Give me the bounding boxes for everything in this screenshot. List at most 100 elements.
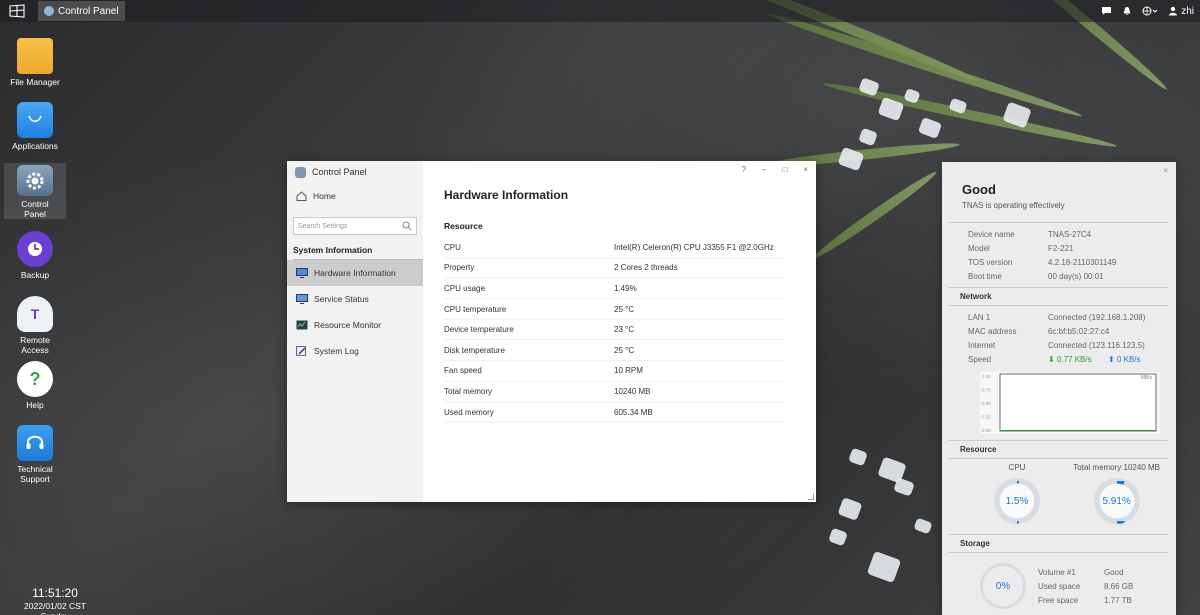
sidebar-item-hardware-information[interactable]: Hardware Information [287,260,423,286]
desktop-icon-help[interactable]: ? Help [4,361,66,410]
resize-grip-icon[interactable] [808,494,814,500]
row-value: 25 °C [614,339,784,362]
speed-row: Speed ⬇ 0.77 KB/s ⬆ 0 KB/s [962,352,1168,366]
info-value: F2-221 [1048,243,1074,253]
widget-close-button[interactable]: × [1163,166,1168,175]
desktop-icon-control-panel[interactable]: Control Panel [4,163,66,219]
info-value: Good [1104,567,1124,577]
table-row: Disk temperature 25 °C [444,339,784,362]
minimize-button[interactable]: – [762,165,766,174]
info-value: Connected (123.116.123.5) [1048,340,1145,350]
info-row: LAN 1 Connected (192.168.1.208) [962,310,1168,324]
sidebar-item-label: Hardware Information [314,268,396,278]
control-panel-sidebar: Control Panel Home Search Settings Syste… [287,161,423,502]
sidebar-item-service-status[interactable]: Service Status [287,286,423,312]
desktop-icon-label: Backup [20,270,50,280]
widget-divider [948,534,1168,535]
monitor-icon [296,268,308,278]
row-label: CPU temperature [444,298,614,320]
widget-divider [948,458,1168,459]
info-row: Volume #1 Good [1038,565,1133,579]
desktop-icon-applications[interactable]: Applications [4,102,66,151]
storage-gauge-value: 0% [995,580,1011,592]
info-label: Free space [1038,595,1079,605]
language-globe-icon[interactable] [1142,6,1158,16]
chat-icon[interactable] [1101,6,1112,16]
desktop-icon-label: Technical Support [17,464,53,484]
control-panel-window: Control Panel Home Search Settings Syste… [287,161,816,502]
status-title: Good [962,182,996,197]
desktop-icon-backup[interactable]: Backup [4,231,66,280]
log-pencil-icon [296,346,306,356]
status-subtitle: TNAS is operating effectively [962,201,1065,210]
maximize-button[interactable]: □ [782,165,787,174]
taskbar-control-panel[interactable]: Control Panel [38,1,125,21]
info-label: Volume #1 [1038,567,1076,577]
service-monitor-icon [296,294,308,304]
notification-bell-icon[interactable] [1122,6,1132,16]
info-label: Internet [968,340,996,350]
storage-gauge-ring: 0% [980,563,1026,609]
shopping-bag-icon [17,102,53,138]
folder-icon [17,38,53,74]
sidebar-item-label: System Log [314,346,359,356]
control-panel-icon [295,166,306,178]
control-panel-icon [44,6,54,16]
desktop-icon-technical-support[interactable]: Technical Support [4,425,66,484]
cpu-gauge-ring: 1.5% [994,478,1040,524]
desktop-icon-label: Remote Access [20,335,50,355]
desktop-icon-label: Help [26,400,44,410]
resource-chart-icon [296,320,308,330]
user-menu[interactable]: zhi [1168,6,1194,17]
start-button[interactable] [0,0,34,22]
help-button[interactable]: ? [742,165,746,174]
desktop-icon-label: Applications [12,141,58,151]
info-row: TOS version 4.2.18-2110301149 [962,255,1168,269]
window-title-bar[interactable]: Control Panel [287,161,423,183]
taskbar-app-label: Control Panel [58,5,119,17]
memory-gauge: Total memory 10240 MB 5.91% [1073,463,1160,524]
info-label: Model [968,243,990,253]
table-row: Used memory 605.34 MB [444,401,784,423]
row-value: 10240 MB [614,381,784,403]
info-row: Used space 8.66 GB [1038,579,1133,593]
info-row: MAC address 6c:bf:b5:02:27:c4 [962,324,1168,338]
sidebar-item-home[interactable]: Home [287,183,423,209]
sidebar-item-system-log[interactable]: System Log [287,338,423,364]
cpu-gauge-value: 1.5% [1005,495,1029,507]
window-controls: ? – □ × [742,165,808,174]
chart-tick-label: 1.00 [982,374,991,379]
storage-section-title: Storage [960,539,990,548]
table-row: CPU usage 1.49% [444,278,784,300]
info-value: 4.2.18-2110301149 [1048,257,1117,267]
memory-gauge-value: 5.91% [1102,495,1131,507]
chart-tick-label: 0.25 [982,415,991,420]
row-label: Fan speed [444,360,614,382]
chart-unit-label: MB/s [1141,375,1153,381]
headset-icon [17,425,53,461]
gear-icon [17,165,53,196]
desktop-icon-remote-access[interactable]: T Remote Access [4,296,66,355]
network-section-title: Network [960,292,992,301]
desktop-icon-file-manager[interactable]: File Manager [4,38,66,87]
user-icon [1169,6,1178,16]
upload-speed: ⬆ 0 KB/s [1108,354,1141,364]
sidebar-item-label: Service Status [314,294,369,304]
info-row: Model F2-221 [962,241,1168,255]
info-label: LAN 1 [968,312,991,322]
backup-clock-icon [17,231,53,267]
row-value: 605.34 MB [614,401,784,423]
cloud-icon: T [17,296,53,332]
widget-divider [948,440,1168,441]
clock-date: 2022/01/02 CST Sunday [24,601,86,615]
search-input[interactable]: Search Settings [293,217,417,235]
close-button[interactable]: × [803,165,808,174]
sidebar-item-resource-monitor[interactable]: Resource Monitor [287,312,423,338]
cpu-gauge-label: CPU [1008,463,1026,472]
row-label: Property [444,257,614,279]
table-row: Property 2 Cores 2 threads [444,257,784,279]
info-value: TNAS-27C4 [1048,229,1092,239]
download-speed: ⬇ 0.77 KB/s [1048,354,1092,364]
hardware-info-table: CPU Intel(R) Celeron(R) CPU J3355 F1 @2.0… [444,237,784,423]
widget-divider [948,552,1168,553]
